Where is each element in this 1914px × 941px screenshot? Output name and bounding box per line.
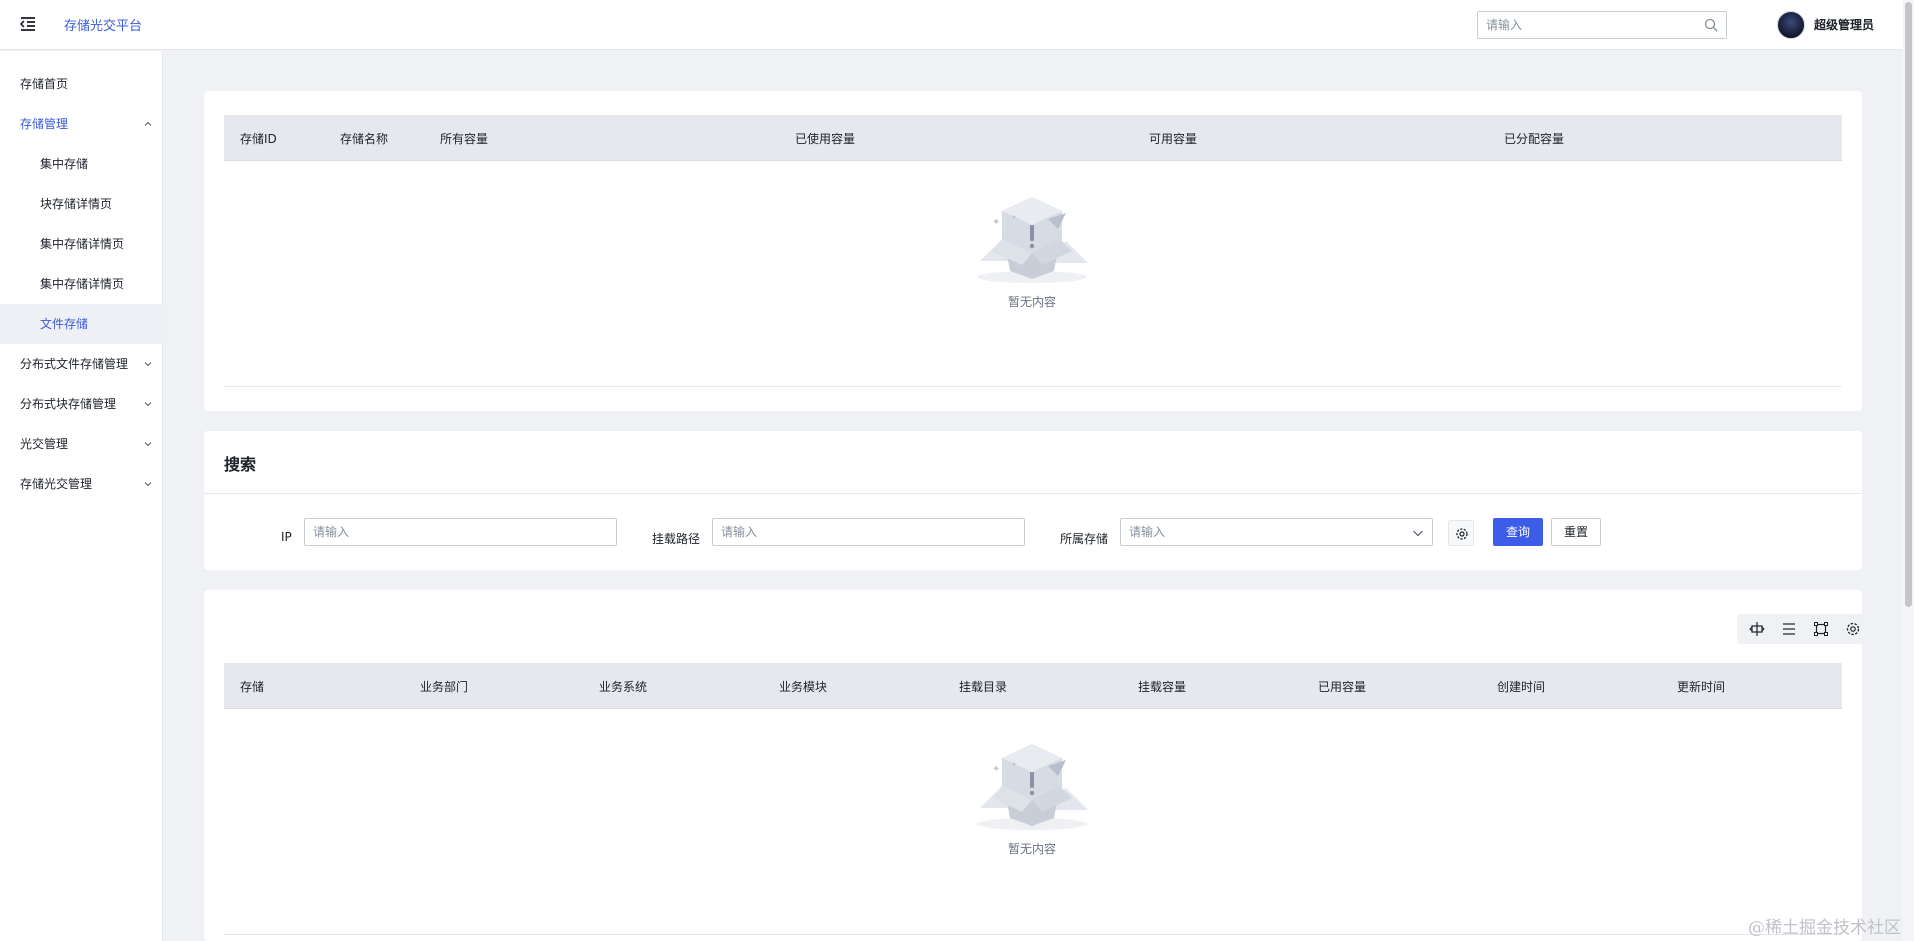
empty-text: 暂无内容 — [1007, 842, 1056, 856]
empty-state: ✦ 暂无内容 — [962, 191, 1102, 310]
sidebar-item-centralized-storage[interactable]: 集中存储 — [0, 144, 163, 184]
header-search[interactable] — [1477, 11, 1727, 39]
sidebar-item-label: 块存储详情页 — [40, 197, 113, 211]
storage-table-panel: 存储ID 存储名称 所有容量 已使用容量 可用容量 已分配容量 ✦ 暂无内容 — [204, 91, 1862, 411]
storage-label: 所属存储 — [1060, 532, 1109, 546]
column-header: 创建时间 — [1497, 680, 1546, 694]
ip-field[interactable] — [304, 518, 617, 546]
column-header: 存储ID — [240, 132, 277, 146]
sidebar-item-label: 分布式块存储管理 — [20, 397, 117, 411]
svg-text:✦: ✦ — [992, 764, 1000, 775]
gear-icon — [1456, 528, 1468, 540]
column-width-icon[interactable] — [1749, 621, 1765, 637]
top-header: 存储光交平台 超级管理员 — [0, 0, 1914, 50]
sidebar-item-label: 存储光交管理 — [20, 477, 93, 491]
sidebar-item-label: 集中存储 — [40, 157, 89, 171]
sidebar-item-distributed-block-storage[interactable]: 分布式块存储管理 — [0, 384, 163, 424]
sidebar-item-optical-switch[interactable]: 光交管理 — [0, 424, 163, 464]
svg-text:✦: ✦ — [992, 217, 1000, 228]
avatar[interactable] — [1777, 11, 1805, 39]
row-density-icon[interactable] — [1781, 621, 1797, 637]
sidebar-item-centralized-storage-detail-2[interactable]: 集中存储详情页 — [0, 264, 163, 304]
sidebar-item-distributed-file-storage[interactable]: 分布式文件存储管理 — [0, 344, 163, 384]
sidebar-item-storage-home[interactable]: 存储首页 — [0, 64, 163, 104]
mount-path-input[interactable] — [713, 519, 1024, 545]
sidebar-item-file-storage[interactable]: 文件存储 — [0, 304, 163, 344]
chevron-down-icon[interactable] — [1412, 527, 1424, 539]
sidebar-item-label: 存储管理 — [20, 117, 69, 131]
search-title: 搜索 — [224, 455, 257, 474]
column-header: 可用容量 — [1149, 132, 1198, 146]
search-icon[interactable] — [1704, 18, 1718, 32]
sidebar-item-label: 集中存储详情页 — [40, 237, 125, 251]
empty-box-icon: ✦ — [977, 744, 1088, 830]
empty-state: ✦ 暂无内容 — [962, 738, 1102, 857]
chevron-up-icon — [144, 121, 152, 126]
search-divider — [204, 493, 1862, 494]
query-button[interactable]: 查询 — [1493, 518, 1543, 546]
column-header: 业务系统 — [599, 680, 648, 694]
sidebar: 存储首页 存储管理 集中存储 块存储详情页 集中存储详情页 集中存储详情页 文件… — [0, 51, 163, 941]
column-header: 所有容量 — [440, 132, 489, 146]
sidebar-item-label: 存储首页 — [20, 77, 69, 91]
sidebar-item-storage-management[interactable]: 存储管理 — [0, 104, 163, 144]
watermark: @稀土掘金技术社区 — [1748, 918, 1901, 938]
scrollbar-thumb[interactable] — [1905, 2, 1912, 607]
chevron-down-icon — [144, 442, 152, 447]
storage-select[interactable] — [1120, 518, 1433, 546]
sidebar-item-storage-optical-switch[interactable]: 存储光交管理 — [0, 464, 163, 504]
empty-box-icon: ✦ — [977, 197, 1088, 283]
gear-icon[interactable] — [1845, 621, 1861, 637]
reset-button[interactable]: 重置 — [1551, 518, 1601, 546]
menu-fold-icon[interactable] — [18, 14, 38, 34]
storage-table-header: 存储ID 存储名称 所有容量 已使用容量 可用容量 已分配容量 — [224, 115, 1842, 161]
column-header: 挂载目录 — [959, 680, 1008, 694]
column-header: 存储名称 — [340, 132, 389, 146]
table-divider — [224, 934, 1842, 935]
chevron-down-icon — [144, 362, 152, 367]
column-header: 已使用容量 — [795, 132, 856, 146]
column-header: 更新时间 — [1677, 680, 1726, 694]
empty-text: 暂无内容 — [1007, 295, 1056, 309]
fullscreen-icon[interactable] — [1813, 621, 1829, 637]
sidebar-item-label: 文件存储 — [40, 317, 89, 331]
sidebar-item-label: 光交管理 — [20, 437, 69, 451]
sidebar-item-block-storage-detail[interactable]: 块存储详情页 — [0, 184, 163, 224]
user-name[interactable]: 超级管理员 — [1814, 16, 1874, 33]
ip-label: IP — [281, 530, 292, 544]
column-header: 业务模块 — [779, 680, 828, 694]
page-scrollbar[interactable] — [1903, 0, 1914, 941]
column-header: 已分配容量 — [1504, 132, 1565, 146]
mount-table-panel: 存储 业务部门 业务系统 业务模块 挂载目录 挂载容量 已用容量 创建时间 更新… — [204, 590, 1877, 941]
mount-path-field[interactable] — [712, 518, 1025, 546]
mount-path-label: 挂载路径 — [652, 532, 701, 546]
search-settings-button[interactable] — [1448, 520, 1474, 546]
storage-select-input[interactable] — [1121, 519, 1432, 545]
sidebar-item-label: 集中存储详情页 — [40, 277, 125, 291]
app-title[interactable]: 存储光交平台 — [64, 15, 142, 34]
column-header: 业务部门 — [420, 680, 469, 694]
search-panel: 搜索 IP 挂载路径 所属存储 查询 重置 — [204, 431, 1862, 570]
header-search-input[interactable] — [1478, 12, 1688, 38]
sidebar-item-label: 分布式文件存储管理 — [20, 357, 129, 371]
column-header: 已用容量 — [1318, 680, 1367, 694]
column-header: 存储 — [240, 680, 265, 694]
ip-input[interactable] — [305, 519, 616, 545]
column-header: 挂载容量 — [1138, 680, 1187, 694]
mount-table-header: 存储 业务部门 业务系统 业务模块 挂载目录 挂载容量 已用容量 创建时间 更新… — [224, 663, 1842, 709]
chevron-down-icon — [144, 402, 152, 407]
table-divider — [224, 386, 1842, 387]
chevron-down-icon — [144, 482, 152, 487]
sidebar-item-centralized-storage-detail-1[interactable]: 集中存储详情页 — [0, 224, 163, 264]
table-toolbar — [1737, 614, 1877, 644]
